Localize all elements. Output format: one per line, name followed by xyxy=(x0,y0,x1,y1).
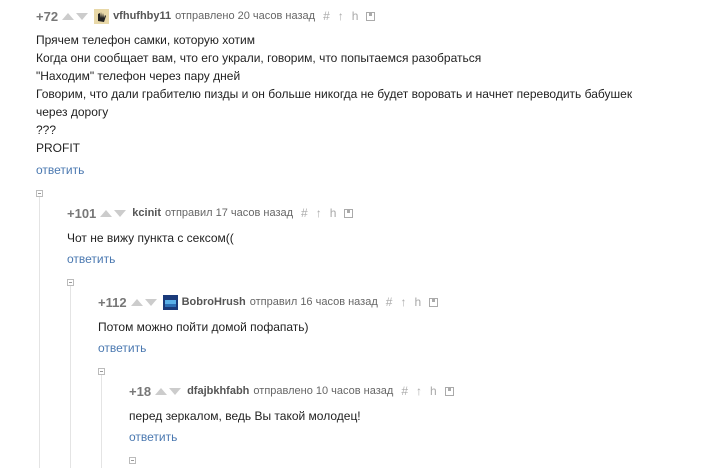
avatar[interactable] xyxy=(94,8,110,24)
comment-header: +18 dfajbkhfabh отправлено 10 часов наза… xyxy=(129,382,454,400)
thread-line xyxy=(39,196,40,468)
parent-arrow-icon[interactable]: ↑ xyxy=(338,9,344,23)
downvote-icon[interactable] xyxy=(144,298,157,306)
avatar[interactable] xyxy=(162,294,178,310)
save-icon[interactable] xyxy=(366,11,376,21)
comment-line: "Находим" телефон через пару дней xyxy=(36,69,241,83)
reply-link[interactable]: ответить xyxy=(129,430,177,444)
comment-line: перед зеркалом, ведь Вы такой молодец! xyxy=(129,409,361,423)
comment-line: Потом можно пойти домой пофапать) xyxy=(98,320,309,334)
collapse-icon[interactable] xyxy=(67,279,74,286)
upvote-icon[interactable] xyxy=(100,209,113,217)
rating: +72 xyxy=(36,8,59,24)
downvote-icon[interactable] xyxy=(169,387,182,395)
thread-line xyxy=(101,374,102,468)
rating: +18 xyxy=(129,383,152,399)
timestamp: отправлено 20 часов назад xyxy=(175,10,316,22)
parent-arrow-icon[interactable]: ↑ xyxy=(416,384,422,398)
comment-line: через дорогу xyxy=(36,105,109,119)
comment-line: PROFIT xyxy=(36,141,80,155)
downvote-icon[interactable] xyxy=(114,209,127,217)
hash-icon[interactable]: # xyxy=(323,9,330,23)
author-link[interactable]: vfhufhby11 xyxy=(113,10,171,22)
downvote-icon[interactable] xyxy=(76,12,89,20)
h-icon[interactable]: h xyxy=(352,9,359,23)
rating: +112 xyxy=(98,294,127,310)
collapse-icon[interactable] xyxy=(98,368,105,375)
author-link[interactable]: BobroHrush xyxy=(182,296,246,308)
comment-header: +72 vfhufhby11 отправлено 20 часов назад… xyxy=(36,7,376,25)
parent-arrow-icon[interactable]: ↑ xyxy=(316,206,322,220)
h-icon[interactable]: h xyxy=(430,384,437,398)
comment-line: ??? xyxy=(36,123,57,137)
save-icon[interactable] xyxy=(344,208,354,218)
rating: +101 xyxy=(67,205,97,221)
reply-link[interactable]: ответить xyxy=(98,341,146,355)
comment-line: Чот не вижу пункта с сексом(( xyxy=(67,231,234,245)
author-link[interactable]: dfajbkhfabh xyxy=(187,385,249,397)
hash-icon[interactable]: # xyxy=(301,206,308,220)
comment-body: перед зеркалом, ведь Вы такой молодец! xyxy=(129,407,361,425)
h-icon[interactable]: h xyxy=(414,295,421,309)
save-icon[interactable] xyxy=(429,297,439,307)
timestamp: отправил 17 часов назад xyxy=(165,207,294,219)
hash-icon[interactable]: # xyxy=(386,295,393,309)
reply-link[interactable]: ответить xyxy=(67,252,115,266)
h-icon[interactable]: h xyxy=(330,206,337,220)
comment-header: +101 kcinit отправил 17 часов назад # ↑ … xyxy=(67,204,354,222)
parent-arrow-icon[interactable]: ↑ xyxy=(400,295,406,309)
collapse-icon[interactable] xyxy=(129,457,136,464)
thread-line xyxy=(70,285,71,468)
reply-link[interactable]: ответить xyxy=(36,163,84,177)
hash-icon[interactable]: # xyxy=(401,384,408,398)
comment-line: Когда они сообщает вам, что его украли, … xyxy=(36,51,482,65)
upvote-icon[interactable] xyxy=(62,12,75,20)
author-link[interactable]: kcinit xyxy=(132,207,161,219)
comment-line: Прячем телефон самки, которую хотим xyxy=(36,33,255,47)
comment-body: Прячем телефон самки, которую хотим Когд… xyxy=(36,31,632,157)
comment-line: Говорим, что дали грабителю пизды и он б… xyxy=(36,87,633,101)
save-icon[interactable] xyxy=(444,386,454,396)
comment-header: +112 BobroHrush отправил 16 часов назад … xyxy=(98,293,439,311)
collapse-icon[interactable] xyxy=(36,190,43,197)
upvote-icon[interactable] xyxy=(155,387,168,395)
timestamp: отправлено 10 часов назад xyxy=(253,385,394,397)
comment-body: Потом можно пойти домой пофапать) xyxy=(98,318,309,336)
comment-body: Чот не вижу пункта с сексом(( xyxy=(67,229,234,247)
upvote-icon[interactable] xyxy=(130,298,143,306)
timestamp: отправил 16 часов назад xyxy=(249,296,378,308)
